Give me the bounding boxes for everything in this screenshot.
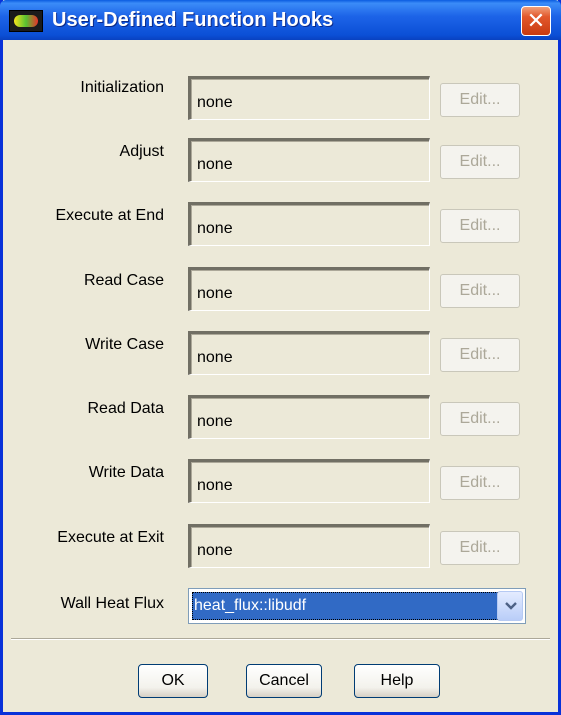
adjust-label: Adjust xyxy=(119,143,164,160)
app-icon xyxy=(9,10,43,32)
read-data-edit-button[interactable]: Edit... xyxy=(440,402,520,436)
read-data-label: Read Data xyxy=(87,400,165,417)
cancel-button[interactable]: Cancel xyxy=(246,664,322,698)
read-data-field: none xyxy=(188,395,430,439)
read-case-field: none xyxy=(188,267,430,311)
wall-heat-flux-dropdown[interactable]: heat_flux::libudf xyxy=(188,588,526,624)
initialization-field: none xyxy=(188,76,430,120)
help-button[interactable]: Help xyxy=(354,664,440,698)
initialization-edit-button[interactable]: Edit... xyxy=(440,83,520,117)
execute-at-end-field: none xyxy=(188,202,430,246)
execute-at-exit-field: none xyxy=(188,524,430,568)
write-case-field: none xyxy=(188,331,430,375)
ok-button[interactable]: OK xyxy=(138,664,208,698)
write-case-label: Write Case xyxy=(85,336,164,353)
close-icon: ✕ xyxy=(526,8,546,33)
read-case-label: Read Case xyxy=(83,272,164,289)
title-bar[interactable]: User-Defined Function Hooks ✕ xyxy=(0,0,561,40)
wall-heat-flux-selected[interactable]: heat_flux::libudf xyxy=(192,592,516,620)
window-title: User-Defined Function Hooks xyxy=(52,9,334,31)
adjust-field: none xyxy=(188,138,430,182)
dropdown-arrow-button[interactable] xyxy=(497,591,523,621)
wall-heat-flux-label: Wall Heat Flux xyxy=(60,595,164,612)
udf-hooks-dialog: User-Defined Function Hooks ✕ Initializa… xyxy=(0,0,561,715)
button-divider xyxy=(11,638,550,640)
execute-at-exit-edit-button[interactable]: Edit... xyxy=(440,531,520,565)
chevron-down-icon xyxy=(505,602,517,610)
execute-at-end-label: Execute at End xyxy=(55,207,164,224)
write-case-edit-button[interactable]: Edit... xyxy=(440,338,520,372)
write-data-label: Write Data xyxy=(88,464,164,481)
initialization-label: Initialization xyxy=(80,79,164,96)
write-data-field: none xyxy=(188,459,430,503)
execute-at-end-edit-button[interactable]: Edit... xyxy=(440,209,520,243)
read-case-edit-button[interactable]: Edit... xyxy=(440,274,520,308)
adjust-edit-button[interactable]: Edit... xyxy=(440,145,520,179)
write-data-edit-button[interactable]: Edit... xyxy=(440,466,520,500)
execute-at-exit-label: Execute at Exit xyxy=(57,529,164,546)
close-button[interactable]: ✕ xyxy=(521,6,551,36)
